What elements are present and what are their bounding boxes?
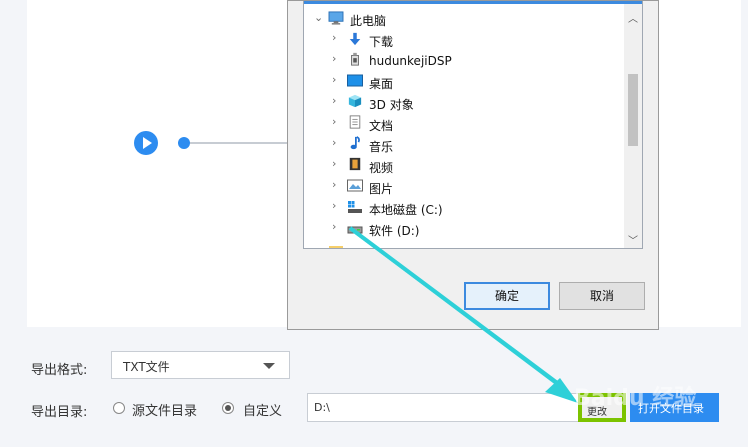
- computer-icon: [328, 11, 344, 25]
- folder-icon: [329, 246, 343, 248]
- tree-item-local-disk-c[interactable]: › 本地磁盘 (C:): [304, 198, 624, 219]
- tree-item-label: 3D 对象: [369, 98, 414, 112]
- watermark: Baidu 经验: [574, 386, 697, 411]
- tree-item-label: 软件 (D:): [369, 224, 420, 238]
- format-select[interactable]: TXT文件: [111, 351, 290, 379]
- dir-path-value: D:\: [314, 401, 330, 414]
- tree-item-downloads[interactable]: › 下载: [304, 30, 624, 51]
- picture-icon: [347, 179, 363, 192]
- scrollbar-thumb[interactable]: [628, 74, 638, 146]
- desktop-icon: [347, 74, 363, 87]
- chevron-right-icon[interactable]: ›: [332, 53, 340, 64]
- format-select-value: TXT文件: [123, 360, 170, 374]
- tree-item-label: 音乐: [369, 140, 394, 154]
- progress-track[interactable]: [190, 142, 288, 144]
- export-format-label: 导出格式:: [31, 363, 88, 378]
- tree-item-software-d[interactable]: › 软件 (D:): [304, 219, 624, 240]
- tree-item-3d-objects[interactable]: › 3D 对象: [304, 93, 624, 114]
- chevron-right-icon[interactable]: ›: [332, 221, 340, 232]
- folder-tree[interactable]: ⌄ 此电脑 › 下载 › hudunkejiDSP › 桌面 › 3D 对象 ›: [303, 1, 643, 249]
- tree-scrollbar[interactable]: ︿ ﹀: [624, 4, 642, 248]
- radio-custom-dir-label[interactable]: 自定义: [243, 400, 282, 419]
- tree-item-usb[interactable]: › hudunkejiDSP: [304, 51, 624, 72]
- tree-item-pictures[interactable]: › 图片: [304, 177, 624, 198]
- chevron-down-icon: [263, 363, 275, 369]
- tree-focus-border: [304, 1, 642, 4]
- usb-drive-icon: [351, 52, 359, 66]
- tree-item-music[interactable]: › 音乐: [304, 135, 624, 156]
- windows-drive-icon: [348, 201, 362, 213]
- download-arrow-icon: [349, 32, 361, 46]
- tree-item-videos[interactable]: › 视频: [304, 156, 624, 177]
- document-icon: [349, 115, 361, 129]
- tree-item-label: 此电脑: [350, 14, 387, 28]
- tree-item-desktop[interactable]: › 桌面: [304, 72, 624, 93]
- chevron-up-icon[interactable]: ︿: [628, 10, 638, 25]
- export-dir-label: 导出目录:: [31, 405, 88, 420]
- tree-item-label: 文档: [369, 119, 394, 133]
- cancel-button[interactable]: 取消: [559, 282, 645, 310]
- tree-item-label: 视频: [369, 161, 394, 175]
- tree-item-this-pc[interactable]: ⌄ 此电脑: [304, 9, 624, 30]
- tree-item-label: 图片: [369, 182, 394, 196]
- ok-button[interactable]: 确定: [464, 282, 550, 310]
- tree-item-label: 下载: [369, 35, 394, 49]
- chevron-right-icon[interactable]: ›: [332, 158, 340, 169]
- chevron-right-icon[interactable]: ›: [332, 137, 340, 148]
- chevron-right-icon[interactable]: ›: [332, 200, 340, 211]
- folder-browse-dialog: ⌄ 此电脑 › 下载 › hudunkejiDSP › 桌面 › 3D 对象 ›: [287, 0, 659, 330]
- tree-item-label: hudunkejiDSP: [369, 54, 452, 68]
- radio-custom-dir[interactable]: [222, 402, 234, 414]
- drive-icon: [347, 226, 363, 234]
- chevron-right-icon[interactable]: ›: [332, 74, 340, 85]
- tree-item-label: ...: [350, 243, 361, 248]
- chevron-down-icon[interactable]: ⌄: [314, 12, 323, 23]
- cube-icon: [348, 94, 362, 108]
- radio-source-dir[interactable]: [113, 402, 125, 414]
- chevron-right-icon[interactable]: ›: [332, 95, 340, 106]
- chevron-right-icon[interactable]: ›: [332, 32, 340, 43]
- chevron-right-icon[interactable]: ›: [332, 116, 340, 127]
- music-note-icon: [350, 136, 360, 150]
- radio-source-dir-label[interactable]: 源文件目录: [132, 400, 197, 419]
- chevron-right-icon[interactable]: ›: [332, 179, 340, 190]
- tree-item-partial[interactable]: ...: [304, 240, 624, 248]
- tree-item-documents[interactable]: › 文档: [304, 114, 624, 135]
- tree-item-label: 桌面: [369, 77, 394, 91]
- tree-item-label: 本地磁盘 (C:): [369, 203, 443, 217]
- dir-path-input[interactable]: D:\: [307, 393, 579, 422]
- chevron-down-icon[interactable]: ﹀: [628, 232, 638, 247]
- play-button[interactable]: [134, 131, 158, 155]
- film-icon: [349, 157, 361, 171]
- progress-knob[interactable]: [178, 137, 190, 149]
